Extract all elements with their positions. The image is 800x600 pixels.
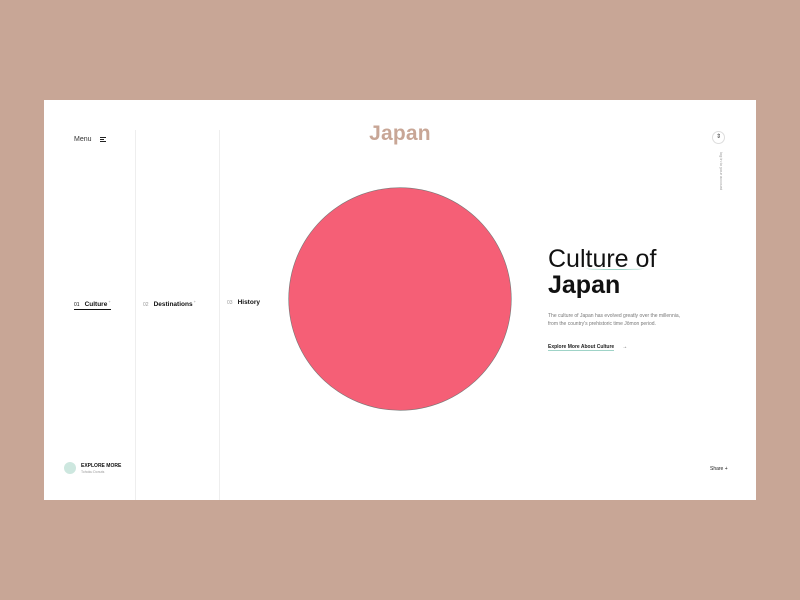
nav-label: History: [237, 299, 260, 306]
explore-culture-label: Explore More About Culture: [548, 344, 615, 351]
nav-number: 01: [74, 302, 80, 309]
column-divider: [135, 130, 136, 500]
explore-more-subtitle: Tohoku Donuts: [81, 469, 105, 474]
nav-label: Culture: [84, 301, 108, 309]
column-divider: [219, 130, 220, 500]
page-title: Japan: [369, 122, 431, 145]
login-vertical-link[interactable]: log in to your account: [712, 152, 724, 202]
hero-heading-light: Culture of: [548, 245, 657, 273]
explore-culture-link[interactable]: Explore More About Culture →: [548, 344, 628, 351]
arrows-icon: ⇕: [715, 134, 722, 140]
nav-plus: +: [193, 299, 196, 304]
nav-item-culture[interactable]: 01 Culture+: [74, 299, 111, 311]
explore-more-title: EXPLORE MORE: [81, 462, 122, 469]
nav-label: Destinations: [153, 301, 193, 309]
heading-underline: [586, 267, 644, 270]
nav-number: 03: [227, 300, 233, 306]
explore-more-button[interactable]: EXPLORE MORE Tohoku Donuts: [64, 462, 121, 474]
hero-heading-bold: Japan: [548, 271, 621, 299]
share-button[interactable]: Share +: [710, 466, 728, 472]
nav-item-history[interactable]: 03 History: [227, 299, 260, 306]
account-button[interactable]: ⇕: [712, 131, 725, 144]
hero-heading: Culture of Japan: [548, 246, 656, 298]
hero-description: The culture of Japan has evolved greatly…: [548, 313, 681, 327]
explore-circle-icon: [64, 462, 76, 474]
arrow-right-icon: →: [622, 344, 628, 350]
rising-sun-circle: [289, 188, 511, 410]
nav-number: 02: [143, 302, 149, 309]
nav-item-destinations[interactable]: 02 Destinations+: [143, 299, 196, 308]
page-card: Menu Japan ⇕ log in to your account 01 Cu…: [44, 100, 756, 500]
nav-plus: +: [108, 299, 111, 304]
